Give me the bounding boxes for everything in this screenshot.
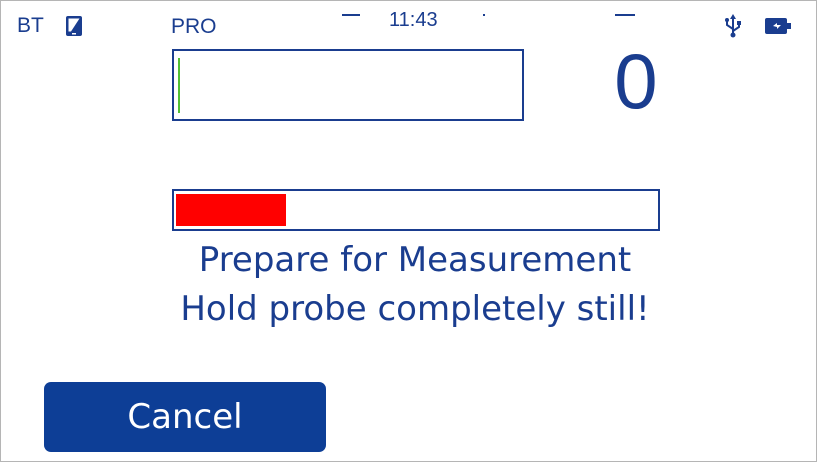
battery-charging-icon xyxy=(765,18,791,34)
measurement-progress-bar xyxy=(172,189,660,231)
usb-icon xyxy=(724,14,742,38)
screen-frame: BT PRO 11:43 0 Prepare for Measurement H… xyxy=(0,0,817,462)
instruction-detail: Hold probe completely still! xyxy=(180,289,650,329)
bluetooth-label: BT xyxy=(17,14,44,37)
instruction-heading: Prepare for Measurement xyxy=(198,240,632,280)
status-tick xyxy=(342,14,360,16)
progress-fill xyxy=(176,194,286,226)
text-cursor xyxy=(178,58,180,113)
status-tick xyxy=(615,14,635,16)
measurement-value-field xyxy=(172,49,524,121)
measurement-count: 0 xyxy=(614,37,658,125)
clock: 11:43 xyxy=(389,9,438,31)
mode-label: PRO xyxy=(171,15,217,38)
status-bar: BT PRO 11:43 xyxy=(1,1,817,45)
cancel-button[interactable]: Cancel xyxy=(44,382,326,452)
tablet-icon xyxy=(65,15,83,37)
status-tick xyxy=(483,14,485,16)
